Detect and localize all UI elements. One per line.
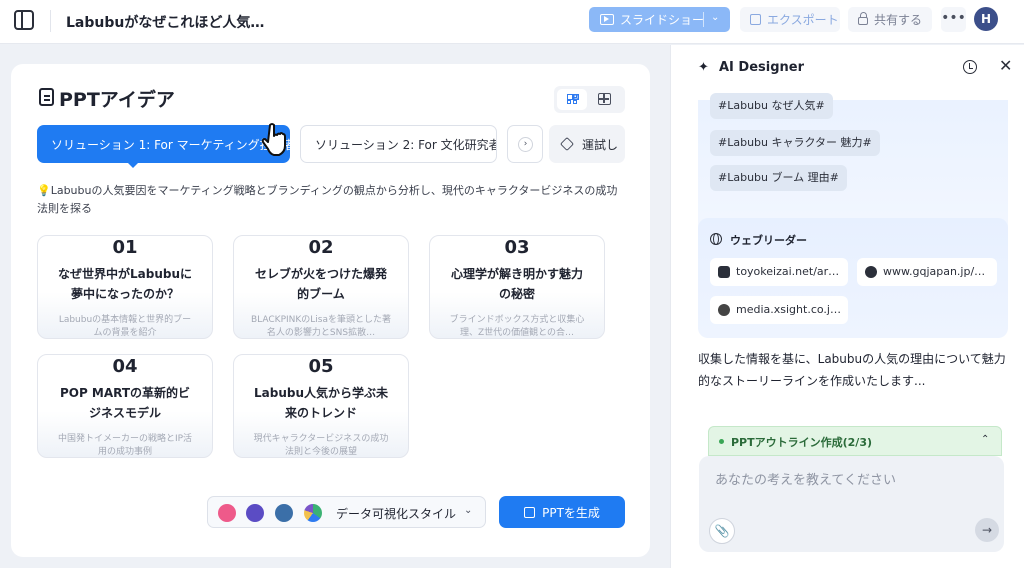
slideshow-button[interactable]: スライドショー ⌄ <box>589 7 730 32</box>
idea-title: POP MARTの革新的ビジネスモデル <box>59 386 191 420</box>
sidebar-toggle-icon[interactable] <box>14 10 34 30</box>
tabs-next-button[interactable]: › <box>507 125 543 163</box>
source-url: media.xsight.co.j… <box>736 303 841 316</box>
table-view-icon[interactable] <box>598 93 611 105</box>
lock-icon <box>858 11 868 25</box>
source-url: toyokeizai.net/ar… <box>736 265 840 278</box>
try-luck-label: 運試し <box>582 137 619 152</box>
idea-subtitle: 現代キャラクタービジネスの成功法則と今後の展望 <box>253 434 389 457</box>
idea-number: 03 <box>504 237 530 258</box>
lightbulb-icon: 💡 <box>37 184 51 197</box>
outline-progress-label: PPTアウトライン作成(2/3) <box>731 436 873 449</box>
try-luck-button[interactable]: 運試し <box>549 125 625 163</box>
chat-composer[interactable]: あなたの考えを教えてください 📎 → <box>699 456 1004 552</box>
document-title[interactable]: Labubuがなぜこれほど人気… <box>66 12 264 32</box>
source-favicon-icon <box>718 304 730 316</box>
color-swatch-blue[interactable] <box>275 504 293 522</box>
generate-label: PPTを生成 <box>542 505 600 520</box>
idea-title: 心理学が解き明かす魅力の秘密 <box>450 267 583 301</box>
active-tab-pointer <box>127 162 139 168</box>
dice-icon <box>559 136 575 152</box>
color-swatch-pink[interactable] <box>218 504 236 522</box>
share-label: 共有する <box>874 13 923 27</box>
share-button[interactable]: 共有する <box>848 7 932 32</box>
idea-card-05[interactable]: 05 Labubu人気から学ぶ未来のトレンド 現代キャラクタービジネスの成功法則… <box>233 354 409 458</box>
idea-subtitle: 中国発トイメーカーの戦略とIP活用の成功事例 <box>57 434 193 457</box>
panel-title: AI Designer <box>719 60 805 75</box>
visual-style-dropdown[interactable]: データ可視化スタイル ⌄ <box>207 496 486 528</box>
color-swatch-multicolor[interactable] <box>304 504 322 522</box>
tab-solution-2[interactable]: ソリューション 2: For 文化研究者 <box>300 125 497 163</box>
color-swatch-purple[interactable] <box>246 504 264 522</box>
idea-title: セレブが火をつけた爆発的ブーム <box>254 267 387 301</box>
ai-designer-panel: ✦ AI Designer ✕ #Labubu なぜ人気# #Labubu キャ… <box>670 45 1024 568</box>
divider <box>703 12 704 27</box>
send-icon[interactable]: → <box>975 518 999 542</box>
idea-title: Labubu人気から学ぶ未来のトレンド <box>253 386 388 420</box>
search-tag[interactable]: #Labubu キャラクター 魅力# <box>710 130 880 156</box>
idea-number: 01 <box>112 237 138 258</box>
history-icon[interactable] <box>963 60 977 74</box>
idea-subtitle: ブラインドボックス方式と収集心理、Z世代の価値観との合… <box>449 315 585 338</box>
search-tag[interactable]: #Labubu なぜ人気# <box>710 93 833 119</box>
source-url: www.gqjapan.jp/… <box>883 265 986 278</box>
chevron-down-icon[interactable]: ⌄ <box>711 12 719 23</box>
card-title: PPTアイデア <box>59 89 175 111</box>
visual-style-label: データ可視化スタイル <box>336 507 457 521</box>
chevron-right-icon: › <box>518 137 533 152</box>
chat-input[interactable]: あなたの考えを教えてください <box>715 469 896 488</box>
top-bar: Labubuがなぜこれほど人気… スライドショー ⌄ エクスポート 共有する •… <box>0 0 1024 44</box>
outline-progress-bar[interactable]: PPTアウトライン作成(2/3) ⌃ <box>708 426 1002 456</box>
idea-card-02[interactable]: 02 セレブが火をつけた爆発的ブーム BLACKPINKのLisaを筆頭とした著… <box>233 235 409 339</box>
idea-card-01[interactable]: 01 なぜ世界中がLabubuに夢中になったのか？ Labubuの基本情報と世界… <box>37 235 213 339</box>
export-button[interactable]: エクスポート <box>740 7 840 32</box>
web-reader-card: ウェブリーダー toyokeizai.net/ar… www.gqjapan.j… <box>698 218 1008 338</box>
source-link[interactable]: media.xsight.co.j… <box>710 296 848 324</box>
search-tag[interactable]: #Labubu ブーム 理由# <box>710 165 847 191</box>
attach-icon[interactable]: 📎 <box>709 518 735 544</box>
idea-number: 04 <box>112 356 138 377</box>
idea-card-04[interactable]: 04 POP MARTの革新的ビジネスモデル 中国発トイメーカーの戦略とIP活用… <box>37 354 213 458</box>
source-favicon-icon <box>865 266 877 278</box>
hand-cursor-icon <box>261 123 286 156</box>
globe-icon <box>710 233 722 245</box>
close-icon[interactable]: ✕ <box>999 56 1012 75</box>
avatar[interactable]: H <box>974 7 998 31</box>
edit-icon <box>524 506 536 518</box>
chevron-down-icon: ⌄ <box>464 505 473 516</box>
tab-solution-1[interactable]: ソリューション 1: For マーケティング担当者 <box>37 125 290 163</box>
assistant-message: 収集した情報を基に、Labubuの人気の理由について魅力的なストーリーラインを作… <box>698 352 1006 388</box>
grid-view-icon[interactable] <box>557 89 587 110</box>
idea-title: なぜ世界中がLabubuに夢中になったのか？ <box>57 267 192 301</box>
more-options-button[interactable]: ••• <box>941 7 966 32</box>
description-text: Labubuの人気要因をマーケティング戦略とブランディングの観点から分析し、現代… <box>37 184 618 215</box>
document-icon <box>39 88 54 106</box>
source-link[interactable]: toyokeizai.net/ar… <box>710 258 848 286</box>
status-dot <box>719 439 724 444</box>
export-icon <box>750 14 761 25</box>
slideshow-label: スライドショー <box>620 13 705 27</box>
idea-card-03[interactable]: 03 心理学が解き明かす魅力の秘密 ブラインドボックス方式と収集心理、Z世代の価… <box>429 235 605 339</box>
view-toggle <box>554 86 625 113</box>
idea-number: 02 <box>308 237 334 258</box>
divider <box>50 10 51 32</box>
generate-ppt-button[interactable]: PPTを生成 <box>499 496 625 528</box>
idea-subtitle: BLACKPINKのLisaを筆頭とした著名人の影響力とSNS拡散… <box>251 315 392 338</box>
web-reader-title: ウェブリーダー <box>730 234 807 247</box>
source-favicon-icon <box>718 266 730 278</box>
source-link[interactable]: www.gqjapan.jp/… <box>857 258 997 286</box>
export-label: エクスポート <box>767 13 839 27</box>
sparkle-icon: ✦ <box>698 60 709 75</box>
idea-subtitle: Labubuの基本情報と世界的ブームの背景を紹介 <box>58 315 192 338</box>
idea-number: 05 <box>308 356 334 377</box>
chevron-up-icon[interactable]: ⌃ <box>981 434 989 445</box>
ppt-ideas-card: PPTアイデア ソリューション 1: For マーケティング担当者 ソリューショ… <box>11 64 650 557</box>
solution-description: 💡Labubuの人気要因をマーケティング戦略とブランディングの観点から分析し、現… <box>37 182 627 218</box>
play-icon <box>600 14 614 25</box>
